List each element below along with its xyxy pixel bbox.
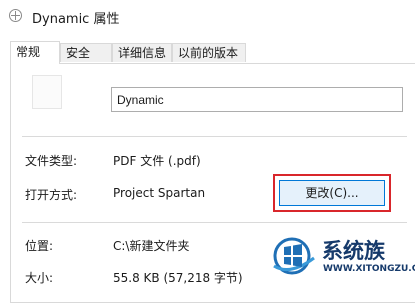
title-bar: Dynamic 属性	[0, 0, 415, 32]
tab-details-label: 详细信息	[118, 46, 167, 60]
tab-previous-versions-label: 以前的版本	[178, 46, 239, 60]
change-button[interactable]: 更改(C)...	[279, 180, 385, 206]
divider	[22, 222, 407, 223]
pdf-file-icon	[32, 75, 62, 109]
windows-logo-icon	[273, 237, 315, 275]
file-properties-icon	[9, 9, 22, 22]
tab-details[interactable]: 详细信息	[112, 43, 172, 62]
size-label: 大小:	[25, 271, 54, 285]
open-with-label: 打开方式:	[25, 188, 78, 202]
tab-strip: 常规 安全 详细信息 以前的版本	[10, 41, 415, 64]
open-with-value: Project Spartan	[113, 186, 206, 200]
file-type-label: 文件类型:	[25, 154, 78, 168]
tab-general[interactable]: 常规	[10, 41, 60, 64]
size-value: 55.8 KB (57,218 字节)	[113, 271, 243, 285]
watermark-url: WWW.XITONGZU.COM	[323, 264, 415, 274]
tab-previous-versions[interactable]: 以前的版本	[172, 43, 246, 62]
divider	[22, 136, 407, 137]
file-name-input[interactable]	[111, 87, 403, 112]
location-value: C:\新建文件夹	[113, 239, 190, 253]
window-title: Dynamic 属性	[32, 12, 120, 27]
tab-security-label: 安全	[66, 46, 91, 60]
watermark-brand: 系统族	[322, 239, 385, 263]
tab-general-label: 常规	[16, 45, 41, 59]
location-label: 位置:	[25, 239, 54, 253]
file-type-value: PDF 文件 (.pdf)	[113, 154, 201, 168]
tab-security[interactable]: 安全	[60, 43, 112, 62]
